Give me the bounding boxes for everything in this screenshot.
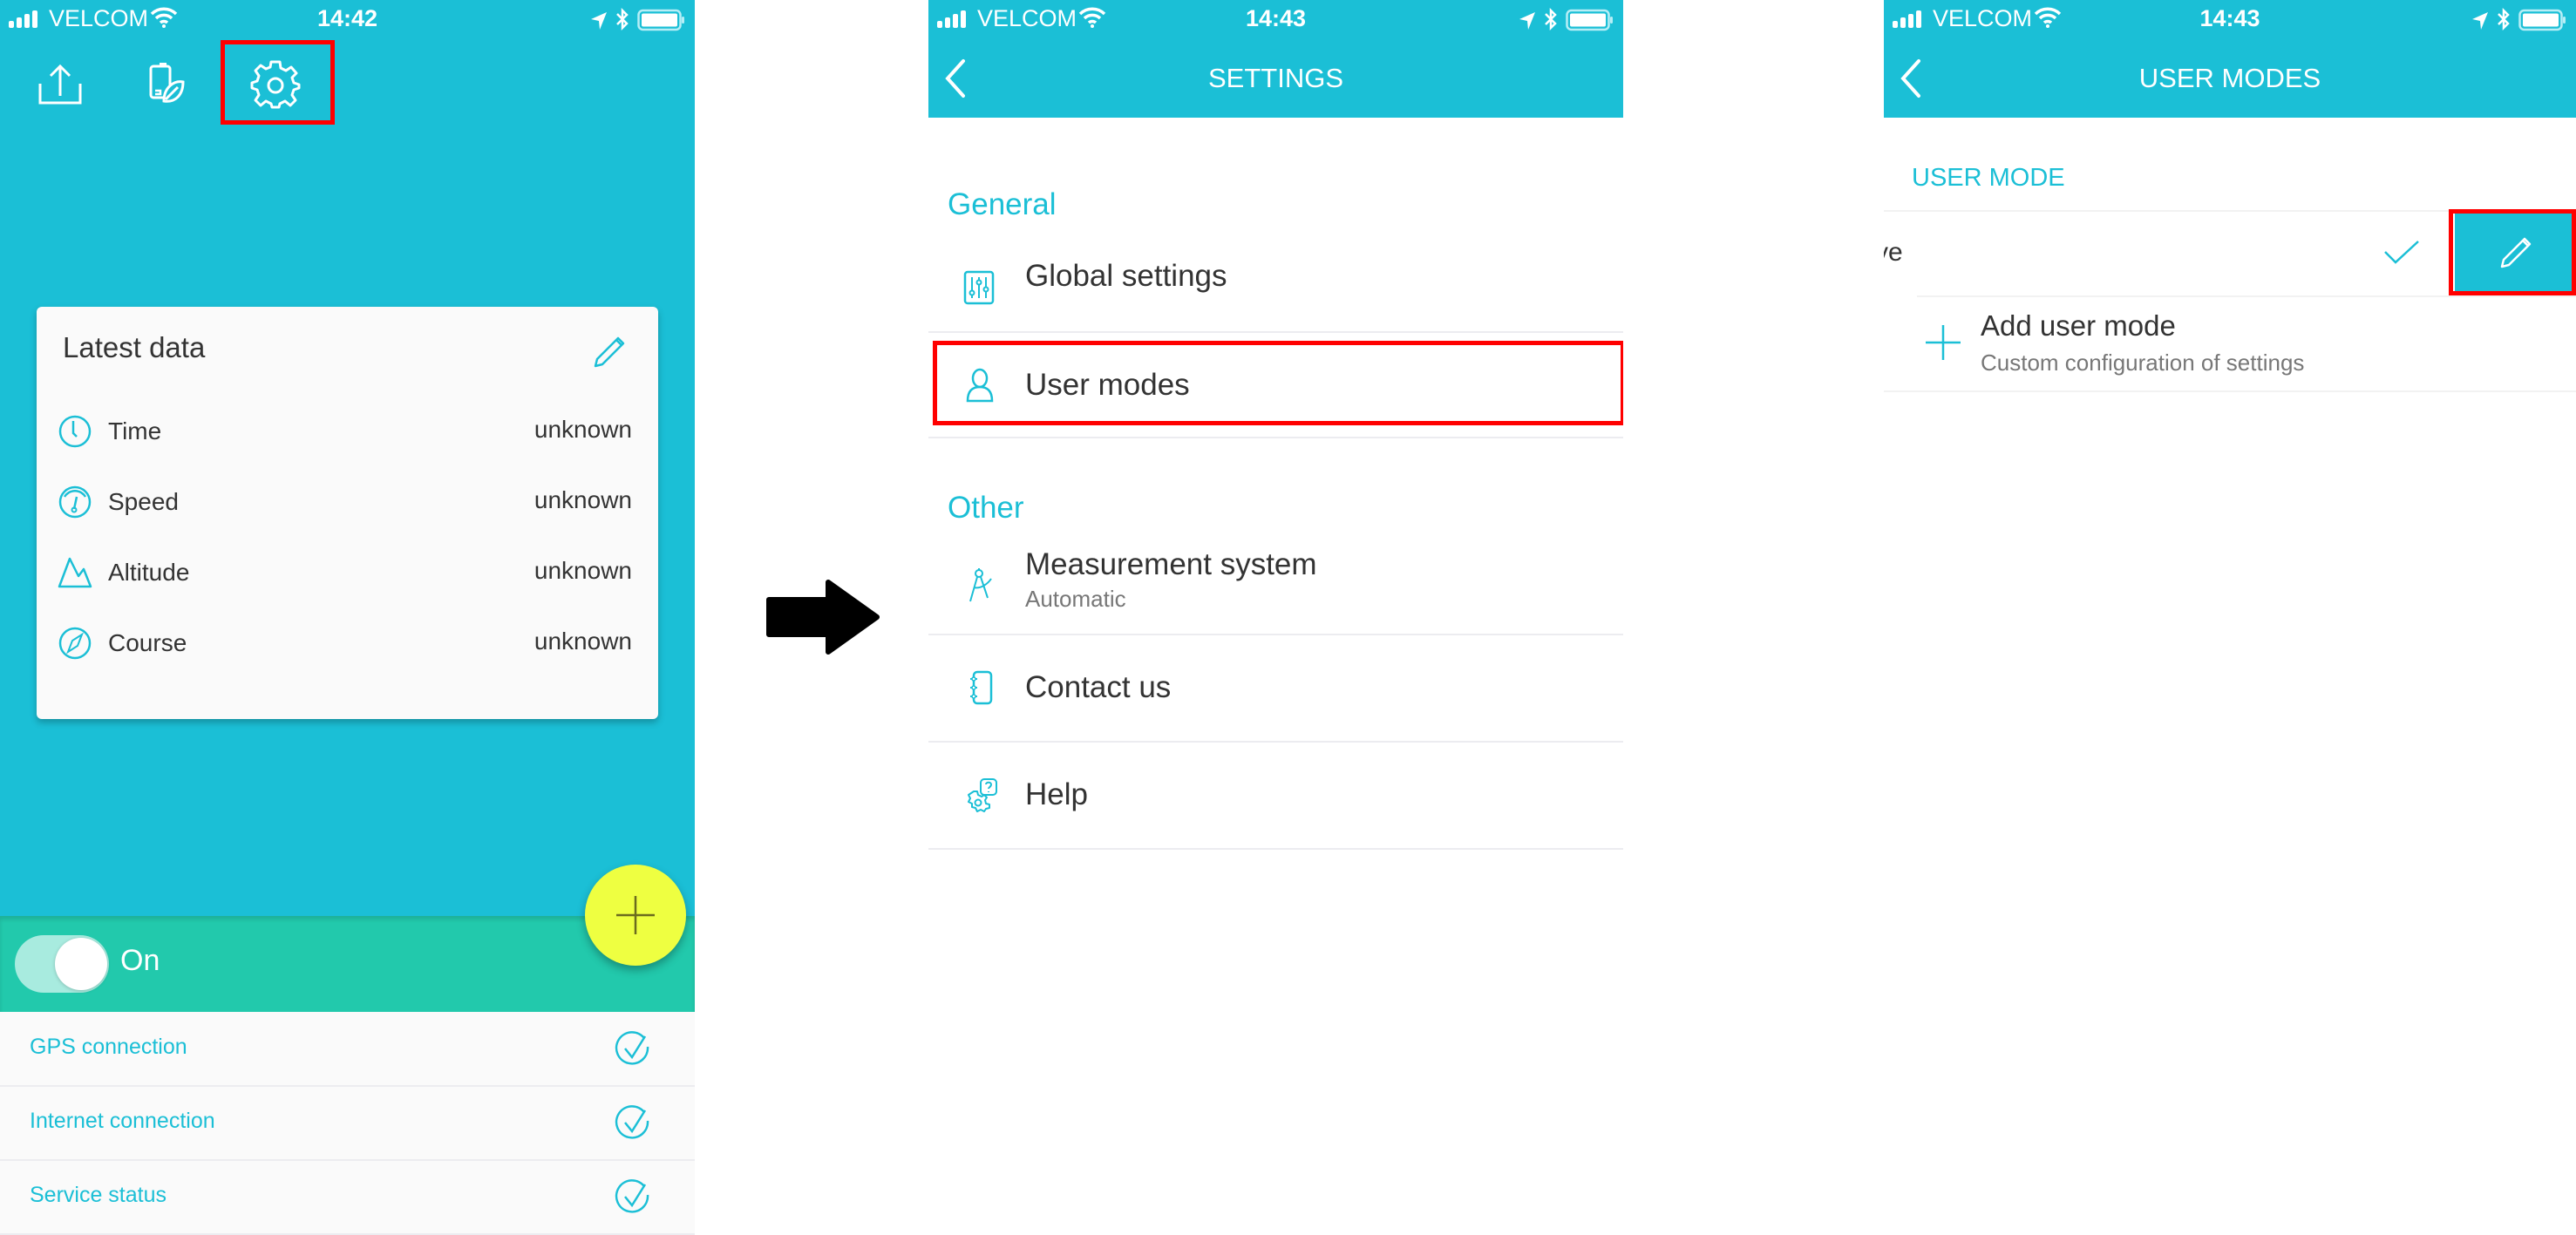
- add-user-mode-label: Add user mode: [1981, 309, 2176, 342]
- settings-item-global[interactable]: Global settings: [928, 248, 1623, 331]
- highlight-user-modes: [933, 341, 1623, 425]
- page-title: SETTINGS: [1207, 63, 1343, 93]
- data-label: Time: [108, 417, 162, 444]
- compass-drawing-icon: [969, 568, 992, 602]
- data-row-time: Time unknown: [37, 407, 658, 459]
- section-header-general: General: [948, 187, 1057, 221]
- add-fab-button[interactable]: [585, 865, 686, 966]
- battery-icon: [637, 9, 684, 31]
- bluetooth-icon: [616, 7, 629, 31]
- battery-icon: [2518, 9, 2566, 31]
- status-right-icons: [589, 7, 686, 37]
- data-value: unknown: [534, 416, 632, 443]
- section-header-other: Other: [948, 491, 1024, 525]
- add-user-mode-item[interactable]: Add user mode Custom configuration of se…: [1884, 297, 2576, 390]
- battery-eco-icon[interactable]: [148, 61, 187, 106]
- connection-status-list: GPS connection Internet connection Servi…: [0, 1012, 695, 1235]
- status-row-gps: GPS connection: [0, 1012, 695, 1087]
- status-label: Service status: [30, 1183, 167, 1207]
- toggle-knob: [55, 938, 107, 990]
- settings-item-contact[interactable]: Contact us: [928, 635, 1623, 741]
- notebook-icon: [970, 670, 993, 705]
- flow-arrow-icon: [766, 580, 880, 655]
- plus-icon: [1926, 325, 1961, 360]
- tracking-toggle[interactable]: [15, 935, 109, 993]
- settings-item-help[interactable]: Help: [928, 743, 1623, 848]
- edit-pencil-icon[interactable]: [590, 333, 629, 371]
- data-row-altitude: Altitude unknown: [37, 548, 658, 601]
- status-bar: VELCOM 14:43: [928, 0, 1623, 38]
- speedometer-icon: [58, 485, 92, 519]
- location-arrow-icon: [590, 12, 607, 30]
- plus-icon: [616, 896, 655, 934]
- data-row-course: Course unknown: [37, 619, 658, 671]
- location-arrow-icon: [1519, 12, 1535, 30]
- compass-icon: [58, 627, 92, 660]
- status-row-service: Service status: [0, 1161, 695, 1235]
- data-label: Altitude: [108, 559, 190, 586]
- divider: [928, 848, 1623, 850]
- settings-item-label: Contact us: [1025, 670, 1172, 704]
- panel-user-modes-screen: VELCOM 14:43 USER MODES USER MODE ve Add…: [1884, 0, 2576, 1235]
- card-title: Latest data: [63, 331, 206, 363]
- data-value: unknown: [534, 486, 632, 513]
- mountain-icon: [58, 557, 92, 588]
- panel-main-screen: VELCOM 14:42 Latest data Time unknown Sp…: [0, 0, 695, 1235]
- data-row-speed: Speed unknown: [37, 478, 658, 530]
- check-circle-icon: [615, 1179, 649, 1213]
- status-right-icons: [1518, 7, 1614, 37]
- status-row-internet: Internet connection: [0, 1087, 695, 1161]
- user-mode-name: ve: [1884, 238, 1903, 267]
- toggle-label: On: [120, 944, 160, 977]
- settings-item-label: Global settings: [1025, 259, 1227, 293]
- divider: [1884, 390, 2576, 392]
- battery-icon: [1566, 9, 1613, 31]
- bluetooth-icon: [2498, 7, 2511, 31]
- help-gear-icon: [968, 778, 997, 812]
- panel-settings-screen: VELCOM 14:43 SETTINGS General Global set…: [928, 0, 1623, 1235]
- latest-data-card: Latest data Time unknown Speed unknown A…: [37, 307, 658, 719]
- status-label: Internet connection: [30, 1109, 215, 1133]
- check-circle-icon: [615, 1105, 649, 1139]
- highlight-edit-button: [2449, 209, 2576, 295]
- settings-item-label: Measurement system: [1025, 547, 1317, 581]
- settings-item-sublabel: Automatic: [1025, 586, 1126, 612]
- highlight-settings-button: [221, 40, 335, 125]
- add-user-mode-sublabel: Custom configuration of settings: [1981, 349, 2305, 376]
- section-header-user-mode: USER MODE: [1912, 164, 2065, 192]
- status-bar: VELCOM 14:42: [0, 0, 695, 38]
- divider: [928, 437, 1623, 438]
- selected-checkmark-icon: [2384, 241, 2419, 264]
- sliders-icon: [963, 270, 995, 305]
- clock-icon: [58, 415, 92, 448]
- settings-item-label: Help: [1025, 777, 1088, 811]
- data-label: Course: [108, 629, 187, 656]
- bluetooth-icon: [1545, 7, 1558, 31]
- status-right-icons: [2471, 7, 2567, 37]
- data-value: unknown: [534, 557, 632, 584]
- location-arrow-icon: [2471, 12, 2488, 30]
- settings-item-measurement[interactable]: Measurement system Automatic: [928, 540, 1623, 634]
- check-circle-icon: [615, 1031, 649, 1065]
- data-label: Speed: [108, 488, 179, 515]
- data-value: unknown: [534, 628, 632, 655]
- status-label: GPS connection: [30, 1035, 187, 1059]
- status-bar: VELCOM 14:43: [1884, 0, 2576, 38]
- upload-icon[interactable]: [37, 63, 85, 106]
- page-title: USER MODES: [2138, 63, 2321, 93]
